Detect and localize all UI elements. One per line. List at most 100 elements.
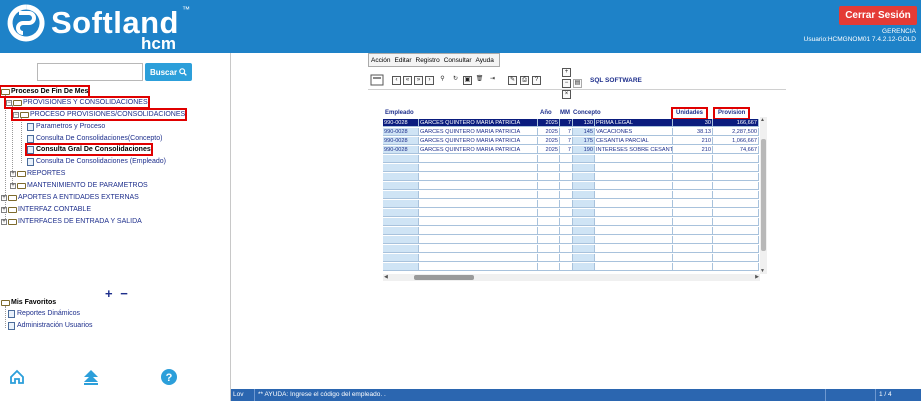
table-row[interactable]: 990-0028 GARCES QUINTERO MARIA PATRICIA … bbox=[383, 128, 759, 136]
grid-horizontal-scrollbar[interactable]: ◀ ▶ bbox=[383, 274, 760, 281]
insert-row-icon[interactable]: + bbox=[562, 68, 571, 77]
empty-cell[interactable] bbox=[573, 191, 595, 199]
empty-cell[interactable] bbox=[419, 191, 538, 199]
empty-cell[interactable] bbox=[673, 263, 713, 271]
empty-cell[interactable] bbox=[595, 209, 673, 217]
menu-accion[interactable]: Acción bbox=[371, 57, 391, 64]
cell-provision[interactable]: 2,287,500 bbox=[713, 128, 759, 136]
empty-cell[interactable] bbox=[573, 236, 595, 244]
empty-cell[interactable] bbox=[538, 155, 560, 163]
empty-cell[interactable] bbox=[713, 191, 759, 199]
empty-cell[interactable] bbox=[560, 236, 573, 244]
refresh-icon[interactable]: ↻ bbox=[451, 76, 460, 85]
empty-cell[interactable] bbox=[538, 218, 560, 226]
empty-cell[interactable] bbox=[713, 173, 759, 181]
cell-ano[interactable]: 2025 bbox=[538, 128, 560, 136]
expand-collapse-all[interactable]: + − bbox=[105, 286, 130, 301]
empty-cell[interactable] bbox=[560, 209, 573, 217]
cell-provision[interactable]: 74,667 bbox=[713, 146, 759, 154]
empty-table-row[interactable] bbox=[383, 209, 759, 217]
cell-unidades[interactable]: 210 bbox=[673, 146, 713, 154]
empty-cell[interactable] bbox=[560, 173, 573, 181]
empty-cell[interactable] bbox=[383, 164, 419, 172]
empty-table-row[interactable] bbox=[383, 254, 759, 262]
cell-unidades[interactable]: 30 bbox=[673, 119, 713, 127]
tree-item-parametros[interactable]: Parametros y Proceso bbox=[27, 122, 105, 131]
empty-cell[interactable] bbox=[595, 200, 673, 208]
empty-cell[interactable] bbox=[538, 200, 560, 208]
scroll-right-icon[interactable]: ▶ bbox=[755, 274, 759, 281]
search-button[interactable]: Buscar bbox=[145, 63, 192, 81]
empty-cell[interactable] bbox=[713, 263, 759, 271]
empty-cell[interactable] bbox=[383, 254, 419, 262]
empty-cell[interactable] bbox=[573, 245, 595, 253]
menu-editar[interactable]: Editar bbox=[395, 57, 412, 64]
empty-cell[interactable] bbox=[713, 254, 759, 262]
empty-cell[interactable] bbox=[595, 155, 673, 163]
help-form-icon[interactable]: ? bbox=[532, 76, 541, 85]
empty-table-row[interactable] bbox=[383, 263, 759, 271]
empty-cell[interactable] bbox=[383, 209, 419, 217]
empty-cell[interactable] bbox=[383, 173, 419, 181]
favorites-root[interactable]: Mis Favoritos bbox=[1, 298, 56, 307]
menu-ayuda[interactable]: Ayuda bbox=[476, 57, 494, 64]
empty-cell[interactable] bbox=[560, 182, 573, 190]
cell-mm[interactable]: 7 bbox=[560, 119, 573, 127]
empty-cell[interactable] bbox=[595, 227, 673, 235]
tree-item-consulta-empleado[interactable]: Consulta De Consolidaciones (Empleado) bbox=[27, 157, 166, 166]
empty-cell[interactable] bbox=[595, 263, 673, 271]
empty-cell[interactable] bbox=[673, 173, 713, 181]
empty-table-row[interactable] bbox=[383, 218, 759, 226]
tree-item-interfaz-contable[interactable]: + INTERFAZ CONTABLE bbox=[1, 205, 91, 214]
empty-cell[interactable] bbox=[560, 200, 573, 208]
empty-cell[interactable] bbox=[383, 191, 419, 199]
cell-empleado[interactable]: 990-0028 bbox=[383, 146, 419, 154]
empty-cell[interactable] bbox=[538, 227, 560, 235]
empty-cell[interactable] bbox=[538, 254, 560, 262]
logout-button[interactable]: Cerrar Sesión bbox=[839, 6, 917, 25]
empty-table-row[interactable] bbox=[383, 200, 759, 208]
menu-consultar[interactable]: Consultar bbox=[444, 57, 472, 64]
empty-cell[interactable] bbox=[419, 236, 538, 244]
empty-cell[interactable] bbox=[383, 182, 419, 190]
empty-cell[interactable] bbox=[383, 263, 419, 271]
empty-cell[interactable] bbox=[573, 200, 595, 208]
next-record-icon[interactable]: » bbox=[414, 76, 423, 85]
cell-provision[interactable]: 166,667 bbox=[713, 119, 759, 127]
empty-cell[interactable] bbox=[560, 263, 573, 271]
cell-ano[interactable]: 2025 bbox=[538, 146, 560, 154]
empty-cell[interactable] bbox=[595, 191, 673, 199]
empty-cell[interactable] bbox=[538, 263, 560, 271]
empty-cell[interactable] bbox=[713, 200, 759, 208]
empty-cell[interactable] bbox=[560, 227, 573, 235]
cell-mm[interactable]: 7 bbox=[560, 128, 573, 136]
empty-cell[interactable] bbox=[538, 209, 560, 217]
empty-cell[interactable] bbox=[419, 218, 538, 226]
tree-item-consulta-concepto[interactable]: Consulta De Consolidaciones(Concepto) bbox=[27, 134, 162, 143]
empty-cell[interactable] bbox=[383, 218, 419, 226]
cell-mm[interactable]: 7 bbox=[560, 146, 573, 154]
empty-cell[interactable] bbox=[419, 173, 538, 181]
cell-empleado[interactable]: 990-0028 bbox=[383, 128, 419, 136]
cell-concepto[interactable]: 175 bbox=[573, 137, 595, 145]
empty-cell[interactable] bbox=[573, 173, 595, 181]
search-input[interactable] bbox=[37, 63, 143, 81]
delete-row-icon[interactable]: − bbox=[562, 79, 571, 88]
empty-table-row[interactable] bbox=[383, 155, 759, 163]
empty-cell[interactable] bbox=[595, 236, 673, 244]
help-icon[interactable]: ? bbox=[160, 368, 178, 386]
empty-cell[interactable] bbox=[573, 227, 595, 235]
empty-cell[interactable] bbox=[573, 254, 595, 262]
empty-table-row[interactable] bbox=[383, 227, 759, 235]
empty-cell[interactable] bbox=[673, 227, 713, 235]
cell-ano[interactable]: 2025 bbox=[538, 137, 560, 145]
tree-item-consulta-gral[interactable]: Consulta Gral De Consolidaciones bbox=[25, 143, 153, 156]
scroll-left-icon[interactable]: ◀ bbox=[384, 274, 388, 281]
empty-cell[interactable] bbox=[560, 218, 573, 226]
empty-cell[interactable] bbox=[538, 182, 560, 190]
empty-cell[interactable] bbox=[419, 164, 538, 172]
empty-cell[interactable] bbox=[713, 218, 759, 226]
empty-cell[interactable] bbox=[713, 227, 759, 235]
tree-item-provisiones[interactable]: − PROVISIONES Y CONSOLIDACIONES bbox=[4, 96, 150, 109]
empty-table-row[interactable] bbox=[383, 182, 759, 190]
